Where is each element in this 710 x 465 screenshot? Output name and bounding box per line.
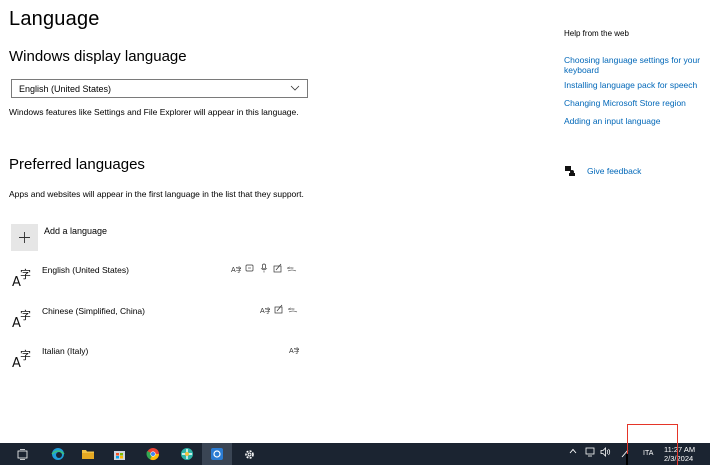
language-name: Italian (Italy) [42, 346, 89, 356]
plus-icon [11, 224, 38, 251]
language-icon: A 字 [12, 348, 31, 370]
show-hidden-icons[interactable] [569, 447, 577, 456]
pen-icon[interactable] [620, 448, 630, 460]
language-features: A字 abc [260, 304, 298, 316]
svg-text:字: 字 [20, 348, 31, 362]
task-view-icon[interactable] [14, 446, 30, 462]
chrome-icon[interactable] [145, 446, 161, 462]
mail-app-icon[interactable] [209, 446, 225, 462]
basic-typing-icon: abc [288, 306, 298, 313]
svg-text:字: 字 [20, 267, 31, 281]
display-language-heading: Windows display language [9, 48, 187, 65]
display-language-icon: A字 [289, 346, 299, 354]
help-link-language-settings[interactable]: Choosing language settings for your [564, 55, 710, 65]
feedback-icon [565, 166, 575, 176]
language-icon: A 字 [12, 267, 31, 289]
svg-text:abc: abc [287, 265, 293, 270]
language-item-italian[interactable]: A 字 Italian (Italy) A字 [11, 346, 311, 370]
svg-text:A字: A字 [260, 306, 270, 314]
volume-icon[interactable] [600, 447, 612, 459]
preferred-languages-heading: Preferred languages [9, 156, 145, 173]
help-link-language-settings-cont[interactable]: keyboard [564, 65, 710, 75]
app-icon[interactable] [179, 446, 195, 462]
add-language-button[interactable]: Add a language [11, 224, 107, 251]
preferred-languages-description: Apps and websites will appear in the fir… [9, 189, 304, 199]
file-explorer-icon[interactable] [80, 446, 96, 462]
text-to-speech-icon [245, 264, 254, 272]
page-title: Language [9, 8, 100, 30]
help-panel: Help from the web Choosing language sett… [564, 30, 710, 126]
handwriting-icon [274, 304, 283, 314]
display-language-dropdown[interactable]: English (United States) [11, 79, 308, 98]
mouse-cursor [626, 454, 628, 465]
give-feedback-link[interactable]: Give feedback [564, 165, 641, 176]
handwriting-icon [273, 263, 282, 273]
speech-recognition-icon [260, 263, 268, 273]
taskbar: ITA 11:27 AM 2/3/2024 [0, 443, 710, 465]
network-icon[interactable] [585, 447, 596, 459]
settings-window: Language Windows display language Englis… [0, 0, 710, 443]
svg-text:A字: A字 [289, 346, 299, 354]
language-features: A字 [289, 344, 299, 356]
give-feedback-label: Give feedback [587, 165, 642, 176]
display-language-description: Windows features like Settings and File … [9, 107, 299, 117]
input-indicator[interactable]: ITA [643, 450, 653, 457]
clock-date: 2/3/2024 [664, 454, 694, 463]
language-item-english[interactable]: A 字 English (United States) A字 abc [11, 263, 311, 289]
help-heading: Help from the web [564, 30, 629, 38]
language-name: Chinese (Simplified, China) [42, 306, 145, 316]
language-features: A字 abc [231, 263, 297, 275]
display-language-icon: A字 [260, 306, 270, 314]
svg-text:A字: A字 [231, 265, 241, 273]
add-language-label: Add a language [44, 226, 108, 236]
display-language-icon: A字 [231, 265, 241, 273]
svg-text:abc: abc [288, 306, 294, 311]
chevron-down-icon [290, 85, 300, 91]
help-link-input-language[interactable]: Adding an input language [564, 116, 710, 126]
display-language-value: English (United States) [19, 83, 112, 94]
settings-icon[interactable] [241, 446, 257, 462]
svg-text:字: 字 [20, 308, 31, 322]
basic-typing-icon: abc [287, 265, 297, 272]
help-link-store-region[interactable]: Changing Microsoft Store region [564, 98, 710, 108]
language-item-chinese[interactable]: A 字 Chinese (Simplified, China) A字 abc [11, 304, 311, 330]
clock[interactable]: 11:27 AM 2/3/2024 [664, 445, 695, 463]
clock-time: 11:27 AM [664, 445, 696, 454]
language-name: English (United States) [42, 265, 129, 275]
edge-icon[interactable] [50, 446, 66, 462]
store-icon[interactable] [111, 446, 127, 462]
language-icon: A 字 [12, 308, 31, 330]
help-link-speech-pack[interactable]: Installing language pack for speech [564, 80, 710, 90]
